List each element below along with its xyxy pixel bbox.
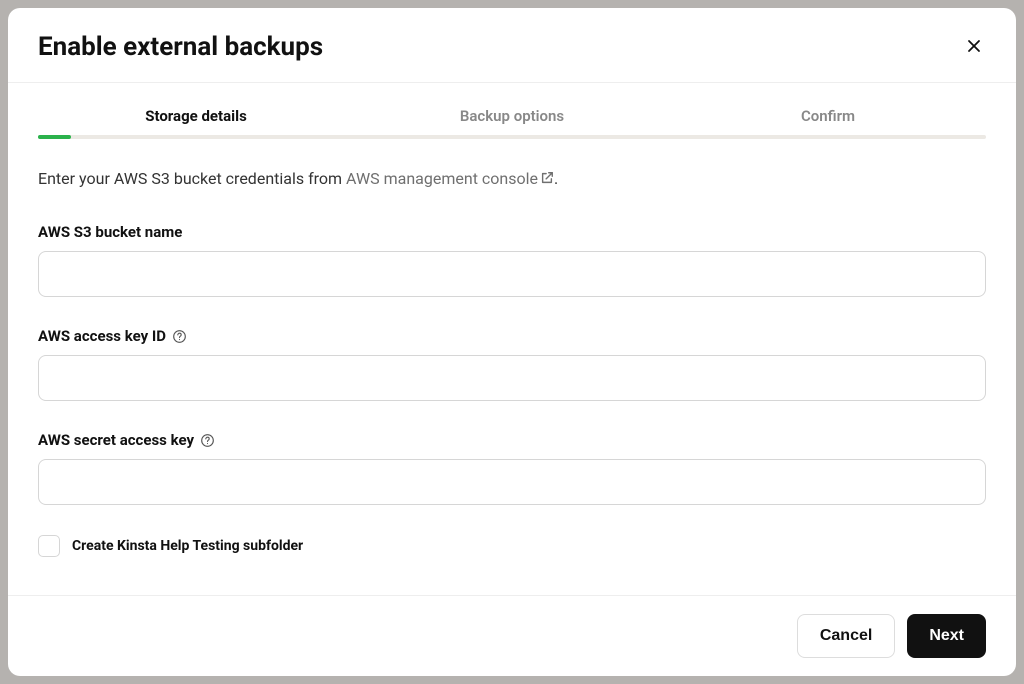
field-group-bucket-name: AWS S3 bucket name	[38, 223, 986, 297]
field-group-access-key-id: AWS access key ID	[38, 327, 986, 401]
cancel-button[interactable]: Cancel	[797, 614, 895, 658]
step-confirm[interactable]: Confirm	[670, 107, 986, 125]
progress-fill	[38, 135, 71, 139]
secret-access-key-label: AWS secret access key	[38, 431, 986, 449]
enable-external-backups-modal: Enable external backups Storage details …	[8, 8, 1016, 676]
secret-access-key-input[interactable]	[38, 459, 986, 505]
aws-console-link[interactable]: AWS management console	[346, 169, 554, 188]
external-link-icon	[540, 170, 554, 189]
close-button[interactable]	[962, 34, 986, 61]
help-icon[interactable]	[200, 433, 215, 448]
step-storage-details[interactable]: Storage details	[38, 107, 354, 125]
bucket-name-input[interactable]	[38, 251, 986, 297]
field-group-secret-access-key: AWS secret access key	[38, 431, 986, 505]
access-key-id-label: AWS access key ID	[38, 327, 986, 345]
subfolder-checkbox[interactable]	[38, 535, 60, 557]
step-backup-options[interactable]: Backup options	[354, 107, 670, 125]
bucket-name-label: AWS S3 bucket name	[38, 223, 986, 241]
next-button[interactable]: Next	[907, 614, 986, 658]
modal-footer: Cancel Next	[8, 595, 1016, 676]
subfolder-checkbox-row: Create Kinsta Help Testing subfolder	[38, 535, 986, 557]
instruction-prefix: Enter your AWS S3 bucket credentials fro…	[38, 169, 346, 188]
access-key-id-input[interactable]	[38, 355, 986, 401]
subfolder-checkbox-label: Create Kinsta Help Testing subfolder	[72, 538, 303, 554]
stepper: Storage details Backup options Confirm	[38, 83, 986, 135]
progress-bar	[38, 135, 986, 139]
instruction-suffix: .	[554, 169, 558, 188]
modal-header: Enable external backups	[8, 8, 1016, 83]
modal-title: Enable external backups	[38, 32, 323, 62]
help-icon[interactable]	[172, 329, 187, 344]
modal-body: Storage details Backup options Confirm E…	[8, 83, 1016, 595]
close-icon	[966, 38, 982, 57]
instruction-text: Enter your AWS S3 bucket credentials fro…	[38, 169, 986, 189]
